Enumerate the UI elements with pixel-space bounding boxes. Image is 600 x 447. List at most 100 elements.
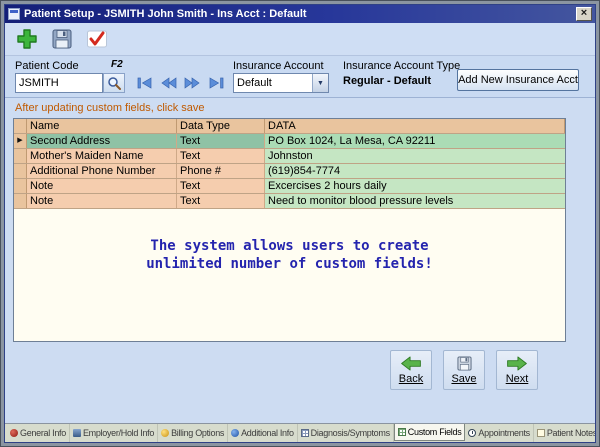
insurance-account-value: Default — [234, 74, 312, 92]
tab-label: Diagnosis/Symptoms — [311, 428, 390, 438]
cell-data: PO Box 1024, La Mesa, CA 92211 — [265, 134, 565, 148]
row-selector-icon: ▶ — [14, 134, 27, 148]
back-arrow-icon — [400, 356, 422, 371]
toolbar — [5, 23, 595, 55]
billing-coin-icon — [161, 429, 169, 437]
row-selector — [14, 179, 27, 193]
tab-label: General Info — [20, 428, 66, 438]
row-selector — [14, 194, 27, 208]
column-header-name[interactable]: Name — [27, 119, 177, 133]
next-button-label: Next — [506, 373, 529, 385]
tab-employer-hold-info[interactable]: Employer/Hold Info — [70, 424, 158, 442]
cell-data-type: Phone # — [177, 164, 265, 178]
custom-fields-grid: Name Data Type DATA ▶ Second Address Tex… — [13, 118, 566, 342]
cell-data-type: Text — [177, 149, 265, 163]
insurance-account-label: Insurance Account — [233, 60, 324, 72]
add-insurance-button[interactable]: Add New Insurance Acct — [457, 69, 579, 91]
cell-name: Mother's Maiden Name — [27, 149, 177, 163]
cell-data: Johnston — [265, 149, 565, 163]
back-button[interactable]: Back — [390, 350, 432, 390]
column-header-data-type[interactable]: Data Type — [177, 119, 265, 133]
diagnosis-grid-icon — [301, 429, 309, 437]
bottom-tab-bar: General Info Employer/Hold Info Billing … — [5, 423, 595, 442]
first-record-icon — [136, 77, 153, 89]
confirm-button[interactable] — [83, 26, 110, 53]
save-disk-icon — [457, 356, 472, 371]
record-navigator — [136, 77, 225, 89]
grid-header-row: Name Data Type DATA — [14, 119, 565, 134]
cell-data-type: Text — [177, 194, 265, 208]
tab-billing-options[interactable]: Billing Options — [158, 424, 228, 442]
close-button[interactable]: × — [576, 7, 592, 21]
cell-name: Additional Phone Number — [27, 164, 177, 178]
table-row[interactable]: Additional Phone Number Phone # (619)854… — [14, 164, 565, 179]
patient-code-input[interactable] — [15, 73, 103, 93]
cell-name: Note — [27, 194, 177, 208]
cell-data: Excercises 2 hours daily — [265, 179, 565, 193]
grid-corner-cell — [14, 119, 27, 133]
save-button-label: Save — [451, 373, 476, 385]
tab-label: Patient Notes — [547, 428, 595, 438]
magnifier-icon — [107, 76, 121, 90]
nav-previous-button[interactable] — [160, 77, 177, 89]
tab-appointments[interactable]: Appointments — [465, 424, 533, 442]
table-row[interactable]: ▶ Second Address Text PO Box 1024, La Me… — [14, 134, 565, 149]
insurance-type-value: Regular - Default — [343, 75, 431, 87]
tab-additional-info[interactable]: Additional Info — [228, 424, 298, 442]
insurance-type-label: Insurance Account Type — [343, 60, 460, 72]
table-row[interactable]: Mother's Maiden Name Text Johnston — [14, 149, 565, 164]
previous-record-icon — [160, 77, 177, 89]
tab-label: Billing Options — [171, 428, 224, 438]
info-message-line2: unlimited number of custom fields! — [14, 255, 565, 273]
chevron-down-icon[interactable]: ▼ — [312, 74, 328, 92]
save-record-button[interactable] — [48, 26, 75, 53]
nav-last-button[interactable] — [208, 77, 225, 89]
insurance-account-select[interactable]: Default ▼ — [233, 73, 329, 93]
tab-label: Additional Info — [241, 428, 294, 438]
patient-search-button[interactable] — [103, 73, 125, 93]
add-record-button[interactable] — [13, 26, 40, 53]
title-bar: Patient Setup - JSMITH John Smith - Ins … — [5, 5, 595, 23]
app-icon — [8, 8, 20, 20]
tab-label: Custom Fields — [408, 427, 462, 437]
patient-code-shortcut: F2 — [111, 59, 123, 70]
notes-icon — [537, 429, 545, 437]
back-button-label: Back — [399, 373, 423, 385]
red-check-icon — [86, 28, 108, 50]
last-record-icon — [208, 77, 225, 89]
next-button[interactable]: Next — [496, 350, 538, 390]
cell-name: Note — [27, 179, 177, 193]
info-message-line1: The system allows users to create — [14, 237, 565, 255]
nav-first-button[interactable] — [136, 77, 153, 89]
tab-general-info[interactable]: General Info — [7, 424, 70, 442]
outer-frame: Patient Setup - JSMITH John Smith - Ins … — [0, 0, 600, 447]
save-button[interactable]: Save — [443, 350, 485, 390]
info-message: The system allows users to create unlimi… — [14, 237, 565, 273]
controls-panel: Patient Code F2 Insurance Account Defaul… — [5, 55, 595, 98]
tab-patient-notes[interactable]: Patient Notes — [534, 424, 595, 442]
patient-code-label: Patient Code — [15, 60, 79, 72]
nav-button-group: Back Save Next — [390, 350, 595, 390]
nav-next-button[interactable] — [184, 77, 201, 89]
cell-data: (619)854-7774 — [265, 164, 565, 178]
next-arrow-icon — [506, 356, 528, 371]
clock-icon — [468, 429, 476, 437]
table-row[interactable]: Note Text Need to monitor blood pressure… — [14, 194, 565, 209]
employer-icon — [73, 429, 81, 437]
additional-info-icon — [231, 429, 239, 437]
plus-icon — [15, 27, 39, 51]
cell-name: Second Address — [27, 134, 177, 148]
custom-fields-notice: After updating custom fields, click save — [5, 98, 595, 118]
tab-custom-fields[interactable]: Custom Fields — [394, 423, 466, 441]
window-title: Patient Setup - JSMITH John Smith - Ins … — [24, 8, 576, 20]
content-spacer — [5, 390, 595, 423]
table-row[interactable]: Note Text Excercises 2 hours daily — [14, 179, 565, 194]
row-selector — [14, 164, 27, 178]
tab-label: Appointments — [478, 428, 529, 438]
tab-diagnosis-symptoms[interactable]: Diagnosis/Symptoms — [298, 424, 394, 442]
cell-data-type: Text — [177, 134, 265, 148]
cell-data-type: Text — [177, 179, 265, 193]
row-selector — [14, 149, 27, 163]
general-info-icon — [10, 429, 18, 437]
column-header-data[interactable]: DATA — [265, 119, 565, 133]
